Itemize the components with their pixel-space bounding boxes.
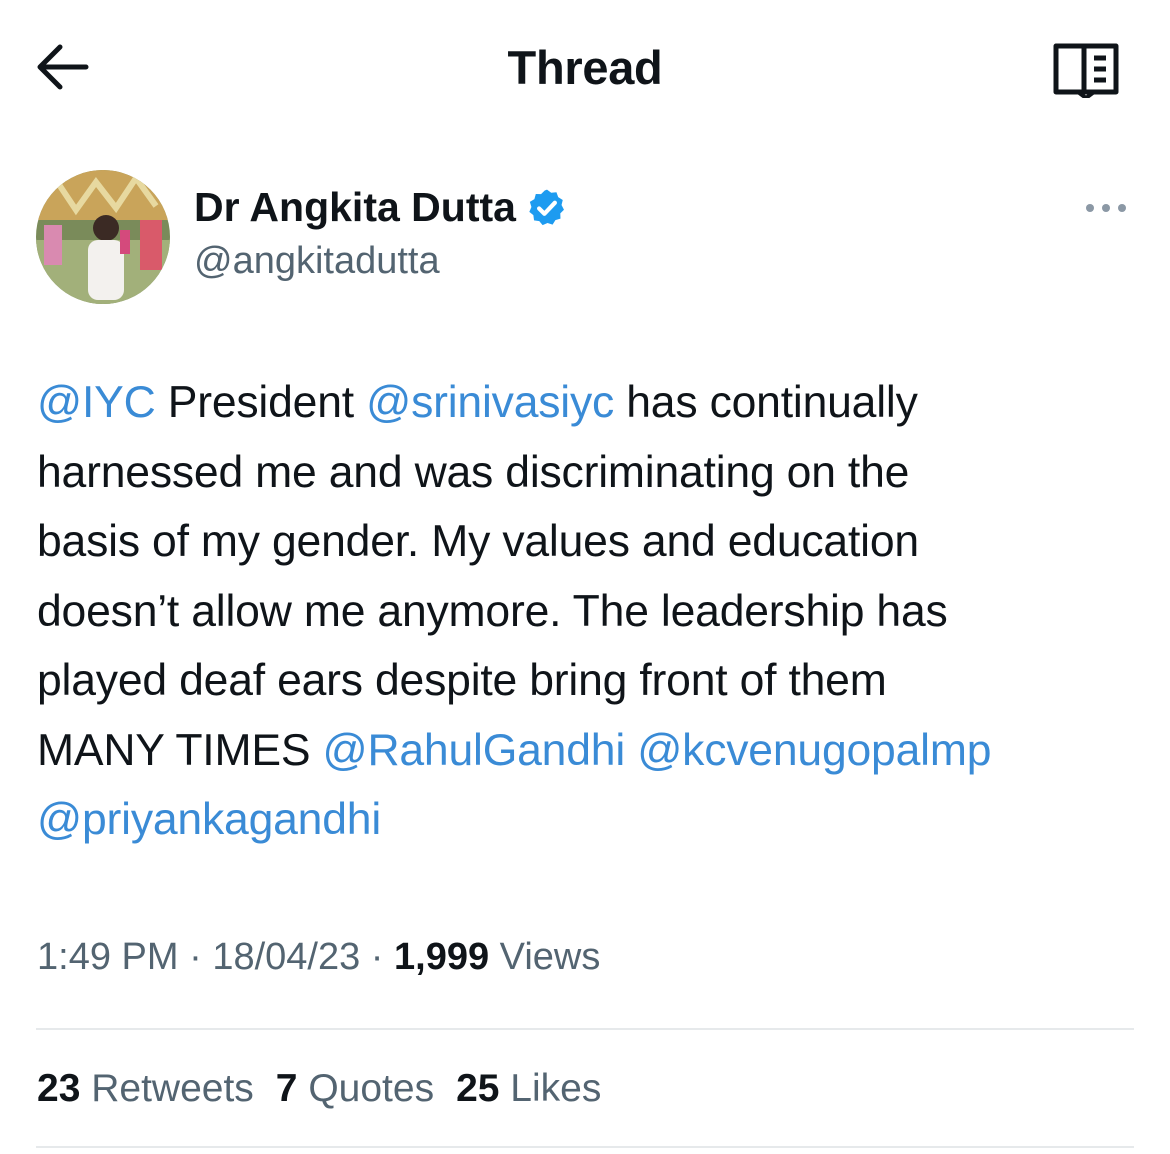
views-label[interactable]: Views bbox=[489, 936, 601, 978]
tweet-text-segment: harnessed me and was discriminating on t… bbox=[37, 447, 910, 497]
meta-separator: · bbox=[360, 936, 395, 978]
tweet-meta: 1:49 PM · 18/04/23 · 1,999 Views bbox=[37, 936, 600, 979]
more-options-button[interactable] bbox=[1082, 190, 1130, 226]
quotes-label: Quotes bbox=[297, 1067, 435, 1110]
tweet-text-line: played deaf ears despite bring front of … bbox=[37, 646, 1137, 716]
tweet-text-line: doesn’t allow me anymore. The leadership… bbox=[37, 577, 1137, 647]
tweet-text-segment bbox=[625, 726, 637, 775]
tweet-text-segment: MANY TIMES bbox=[37, 725, 323, 775]
author-handle[interactable]: @angkitadutta bbox=[194, 240, 954, 283]
avatar[interactable] bbox=[36, 170, 170, 304]
more-horizontal-icon bbox=[1086, 204, 1126, 212]
tweet-text: @IYC President @srinivasiyc has continua… bbox=[37, 368, 1137, 855]
quotes-stat[interactable]: 7 Quotes bbox=[276, 1067, 434, 1111]
tweet-date[interactable]: 18/04/23 bbox=[212, 936, 360, 978]
tweet-detail: Dr Angkita Dutta @angkitadutta @IYC Pres… bbox=[0, 136, 1170, 1154]
meta-separator: · bbox=[178, 936, 213, 978]
tweet-time[interactable]: 1:49 PM bbox=[37, 936, 179, 978]
mention-link[interactable]: @IYC bbox=[37, 378, 156, 427]
mention-link[interactable]: @kcvenugopalmp bbox=[637, 726, 991, 775]
tweet-text-segment: doesn’t allow me anymore. The leadership… bbox=[37, 586, 948, 636]
divider bbox=[36, 1146, 1134, 1148]
likes-stat[interactable]: 25 Likes bbox=[456, 1067, 601, 1111]
page-title: Thread bbox=[507, 41, 663, 94]
likes-count: 25 bbox=[456, 1067, 500, 1110]
tweet-text-segment: basis of my gender. My values and educat… bbox=[37, 517, 919, 566]
reader-mode-icon bbox=[1053, 43, 1119, 101]
engagement-stats: 23 Retweets 7 Quotes 25 Likes bbox=[37, 1067, 623, 1111]
author-name[interactable]: Dr Angkita Dutta bbox=[194, 184, 516, 231]
tweet-text-line: basis of my gender. My values and educat… bbox=[37, 507, 1137, 577]
mention-link[interactable]: @RahulGandhi bbox=[322, 726, 625, 775]
mention-link[interactable]: @srinivasiyc bbox=[366, 378, 614, 427]
tweet-text-segment: President bbox=[155, 378, 367, 427]
avatar-photo bbox=[36, 170, 170, 304]
author-info: Dr Angkita Dutta @angkitadutta bbox=[194, 182, 954, 283]
author-name-row: Dr Angkita Dutta bbox=[194, 182, 954, 232]
divider bbox=[36, 1028, 1134, 1030]
mention-link[interactable]: @priyankagandhi bbox=[37, 795, 381, 844]
likes-label: Likes bbox=[499, 1067, 602, 1110]
top-bar: Thread bbox=[0, 0, 1170, 136]
tweet-text-segment: played deaf ears despite bring front of … bbox=[37, 656, 887, 705]
reader-mode-button[interactable] bbox=[1050, 40, 1122, 101]
tweet-text-line: @priyankagandhi bbox=[37, 785, 1137, 855]
tweet-text-line: harnessed me and was discriminating on t… bbox=[37, 438, 1137, 508]
tweet-text-line: @IYC President @srinivasiyc has continua… bbox=[37, 368, 1137, 438]
tweet-text-segment: has continually bbox=[614, 378, 918, 427]
retweets-count: 23 bbox=[37, 1067, 81, 1110]
tweet-text-line: MANY TIMES @RahulGandhi @kcvenugopalmp bbox=[37, 716, 1137, 786]
retweets-stat[interactable]: 23 Retweets bbox=[37, 1067, 254, 1111]
retweets-label: Retweets bbox=[80, 1067, 254, 1110]
verified-badge-icon bbox=[529, 189, 564, 226]
views-count[interactable]: 1,999 bbox=[394, 936, 489, 978]
quotes-count: 7 bbox=[275, 1067, 298, 1110]
